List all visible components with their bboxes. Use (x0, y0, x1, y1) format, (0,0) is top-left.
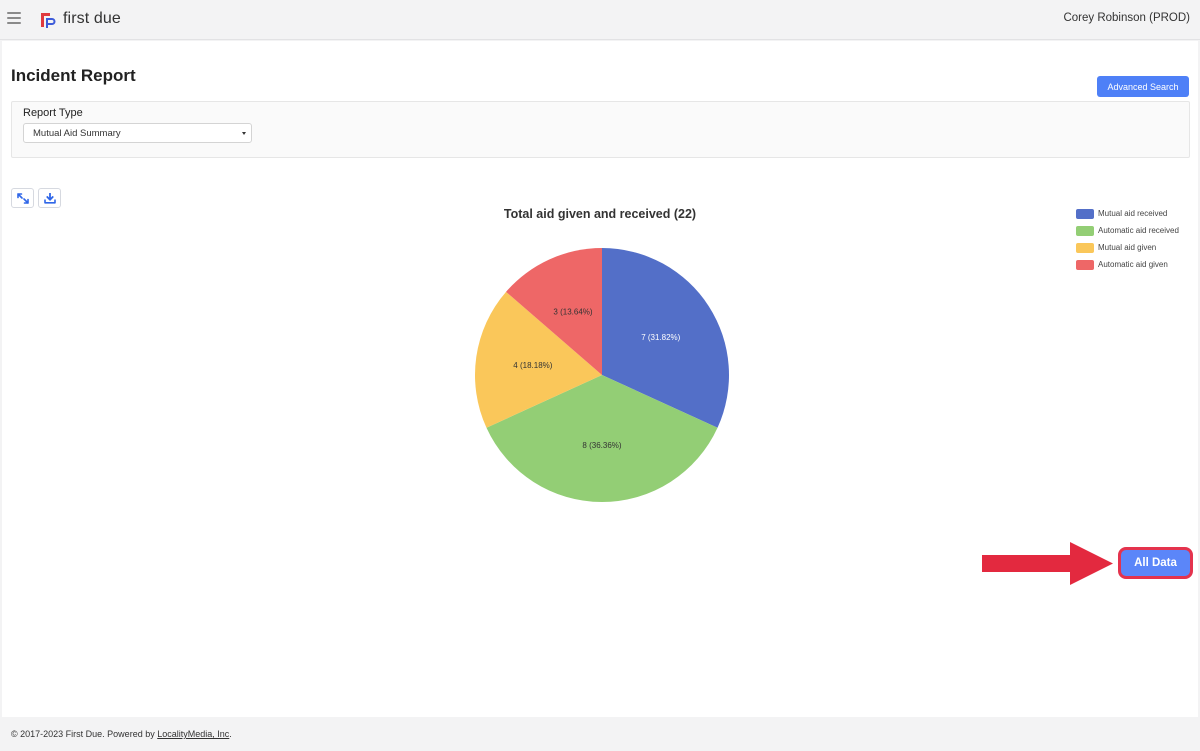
legend-swatch (1076, 209, 1094, 219)
download-icon (44, 193, 56, 204)
all-data-button[interactable]: All Data (1118, 547, 1193, 579)
localitymedia-link[interactable]: LocalityMedia, Inc (157, 729, 229, 739)
advanced-search-button[interactable]: Advanced Search (1097, 76, 1189, 97)
caret-down-icon (242, 132, 246, 135)
legend-swatch (1076, 243, 1094, 253)
top-bar: first due Corey Robinson (PROD) (0, 0, 1200, 40)
pie-chart: 7 (31.82%) 8 (36.36%) 4 (18.18%) 3 (13.64%) (475, 248, 729, 502)
footer: © 2017-2023 First Due. Powered by Locali… (0, 717, 1200, 751)
hamburger-menu-icon[interactable] (7, 12, 21, 24)
expand-button[interactable] (11, 188, 34, 208)
legend-label: Automatic aid received (1098, 226, 1179, 235)
legend-label: Mutual aid received (1098, 209, 1168, 218)
report-type-value: Mutual Aid Summary (33, 128, 121, 139)
legend-label: Automatic aid given (1098, 260, 1168, 269)
report-type-label: Report Type (23, 107, 83, 119)
download-button[interactable] (38, 188, 61, 208)
pie-slice-label: 7 (31.82%) (641, 333, 680, 342)
footer-copyright: © 2017-2023 First Due. Powered by (11, 729, 158, 739)
main-content: Incident Report Advanced Search Report T… (2, 41, 1198, 717)
expand-arrows-icon (17, 193, 29, 204)
footer-text: © 2017-2023 First Due. Powered by Locali… (11, 729, 232, 739)
filter-panel: Report Type Mutual Aid Summary (11, 101, 1190, 158)
first-due-logo-icon (41, 13, 56, 28)
footer-suffix: . (229, 729, 232, 739)
legend-label: Mutual aid given (1098, 243, 1157, 252)
pie-slice-label: 8 (36.36%) (582, 441, 621, 450)
pie-slice-label: 3 (13.64%) (553, 307, 592, 316)
red-arrow-annotation (982, 542, 1113, 585)
legend-swatch (1076, 226, 1094, 236)
chart-title: Total aid given and received (22) (503, 207, 697, 221)
brand-name: first due (63, 10, 121, 27)
legend-swatch (1076, 260, 1094, 270)
pie-slice-label: 4 (18.18%) (513, 361, 552, 370)
user-menu[interactable]: Corey Robinson (PROD) (1063, 12, 1190, 24)
report-type-select[interactable]: Mutual Aid Summary (23, 123, 252, 143)
page-title: Incident Report (11, 66, 136, 85)
